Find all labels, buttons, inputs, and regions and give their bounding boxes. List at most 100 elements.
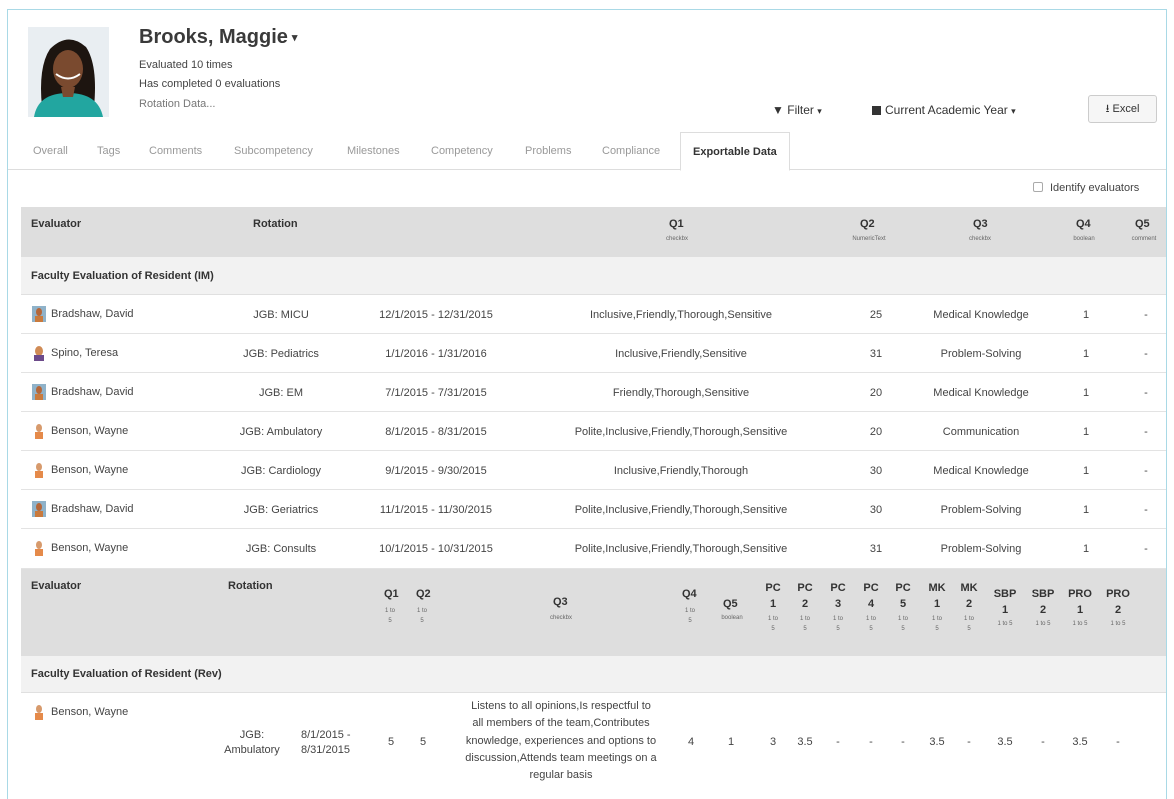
column-header-evaluator: Evaluator [31, 580, 82, 592]
rotation-cell: JGB: Geriatrics [243, 504, 319, 516]
q3-line: knowledge, experiences and options to [465, 735, 657, 747]
q4-cell: 1 [1082, 309, 1090, 321]
date-line: 8/1/2015 - [301, 729, 351, 741]
resident-name[interactable]: Brooks, Maggie ▾ [139, 26, 297, 49]
evaluation-panel: Brooks, Maggie ▾ Evaluated 10 times Has c… [7, 9, 1167, 799]
table2-header: Evaluator Rotation Q1 1 to 5 Q2 1 to 5 Q… [21, 569, 1166, 656]
evaluator-avatar-icon [32, 384, 46, 400]
table-row: Bradshaw, David JGB: MICU 12/1/2015 - 12… [21, 295, 1166, 334]
scale-label: 1 to 5 [897, 616, 908, 632]
column-header-pc-number: 4 [867, 598, 875, 610]
column-header-q2: Q2 [860, 218, 875, 230]
q3-cell: Medical Knowledge [933, 387, 1029, 399]
column-header-pc: PC [765, 582, 781, 594]
q3-line: regular basis [529, 769, 593, 781]
evaluator-avatar-icon [32, 501, 46, 517]
column-header-pc: PC [797, 582, 813, 594]
q3-cell: Medical Knowledge [933, 309, 1029, 321]
column-sub-q3: checkbx [968, 236, 991, 242]
evaluator-name[interactable]: Benson, Wayne [51, 542, 128, 554]
rotation-cell: JGB: Consults [245, 543, 317, 555]
q3-cell: Communication [942, 426, 1020, 438]
q1-cell: Friendly,Thorough,Sensitive [612, 387, 750, 399]
group-row-rev: Faculty Evaluation of Resident (Rev) [21, 656, 1166, 693]
column-sub-q5: comment [1131, 236, 1157, 242]
scale-label: 1 to 5 [767, 616, 778, 632]
tab-compliance[interactable]: Compliance [602, 132, 660, 170]
column-header-q4: Q4 [682, 588, 697, 600]
evaluator-name[interactable]: Benson, Wayne [51, 425, 128, 437]
academic-year-dropdown[interactable]: Current Academic Year ▾ [872, 103, 1016, 117]
column-header-mk-number: 1 [933, 598, 941, 610]
tab-exportable-data[interactable]: Exportable Data [680, 132, 790, 171]
dates-cell: 1/1/2016 - 1/31/2016 [385, 348, 487, 360]
dates-cell: 9/1/2015 - 9/30/2015 [385, 465, 487, 477]
column-header-q2: Q2 [416, 588, 431, 600]
evaluator-avatar-icon [32, 462, 46, 478]
tab-problems[interactable]: Problems [525, 132, 571, 170]
column-header-q4: Q4 [1076, 218, 1091, 230]
excel-export-button[interactable]: ⭳ Excel [1088, 95, 1157, 123]
rotation-cell: JGB: Ambulatory [239, 426, 323, 438]
tab-milestones[interactable]: Milestones [347, 132, 400, 170]
column-header-pc: PC [863, 582, 879, 594]
column-header-pro: PRO [1068, 588, 1092, 600]
evaluator-avatar-icon [32, 306, 46, 322]
rotation-data-link[interactable]: Rotation Data... [139, 98, 215, 110]
column-header-sbp-number: 2 [1039, 604, 1047, 616]
tab-bar: Overall Tags Comments Subcompetency Mile… [8, 132, 1166, 171]
mk1-cell: 3.5 [929, 736, 945, 748]
pc4-cell: - [869, 736, 873, 748]
tab-comments[interactable]: Comments [149, 132, 202, 170]
q5-cell: - [1144, 387, 1148, 399]
column-header-pc: PC [830, 582, 846, 594]
table-row: Benson, Wayne JGB: Consults 10/1/2015 - … [21, 529, 1166, 569]
q5-cell: - [1144, 465, 1148, 477]
column-sub-q2: NumericText [852, 236, 886, 242]
column-header-q1: Q1 [669, 218, 684, 230]
evaluator-name[interactable]: Bradshaw, David [51, 386, 134, 398]
caret-down-icon: ▾ [817, 106, 822, 116]
dates-cell: 11/1/2015 - 11/30/2015 [379, 504, 493, 516]
column-header-pc: PC [895, 582, 911, 594]
evaluator-avatar-icon [32, 704, 46, 720]
checkbox-icon [1033, 182, 1043, 192]
column-sub-q4: boolean [1073, 236, 1095, 242]
evaluator-name[interactable]: Spino, Teresa [51, 347, 118, 359]
evaluator-name[interactable]: Bradshaw, David [51, 503, 134, 515]
column-header-mk-number: 2 [965, 598, 973, 610]
scale-label: 1 to 5 [865, 616, 876, 632]
profile-header: Brooks, Maggie ▾ Evaluated 10 times Has c… [8, 10, 1166, 127]
column-header-pro: PRO [1106, 588, 1130, 600]
table-row: Bradshaw, David JGB: Geriatrics 11/1/201… [21, 490, 1166, 529]
tab-competency[interactable]: Competency [431, 132, 493, 170]
sbp1-cell: 3.5 [997, 736, 1013, 748]
group-title: Faculty Evaluation of Resident (IM) [31, 270, 214, 282]
calendar-icon [872, 106, 881, 115]
pro1-cell: 3.5 [1072, 736, 1088, 748]
tab-subcompetency[interactable]: Subcompetency [234, 132, 313, 170]
q5-cell: - [1144, 504, 1148, 516]
column-header-pro-number: 1 [1076, 604, 1084, 616]
identify-evaluators-checkbox[interactable]: Identify evaluators [1033, 182, 1139, 194]
tab-overall[interactable]: Overall [33, 132, 68, 170]
tab-tags[interactable]: Tags [97, 132, 120, 170]
column-header-sbp: SBP [1031, 588, 1055, 600]
resident-photo [28, 27, 109, 117]
q1-cell: Polite,Inclusive,Friendly,Thorough,Sensi… [574, 426, 788, 438]
evaluator-avatar-icon [32, 540, 46, 556]
q3-cell: Problem-Solving [940, 543, 1022, 555]
evaluator-name[interactable]: Benson, Wayne [51, 464, 128, 476]
q4-cell: 1 [1082, 387, 1090, 399]
evaluator-avatar-icon [32, 423, 46, 439]
mk2-cell: - [967, 736, 971, 748]
evaluator-name[interactable]: Bradshaw, David [51, 308, 134, 320]
dates-cell: 8/1/2015 - 8/31/2015 [385, 426, 487, 438]
filter-dropdown[interactable]: ▼ Filter ▾ [772, 103, 822, 117]
q3-line: Listens to all opinions,Is respectful to [471, 700, 651, 712]
scale-label: 1 to 5 [997, 621, 1013, 627]
q4-cell: 1 [1082, 543, 1090, 555]
column-header-pro-number: 2 [1114, 604, 1122, 616]
table-row: Benson, Wayne JGB: Ambulatory 8/1/2015 -… [21, 412, 1166, 451]
evaluator-name[interactable]: Benson, Wayne [51, 706, 128, 718]
